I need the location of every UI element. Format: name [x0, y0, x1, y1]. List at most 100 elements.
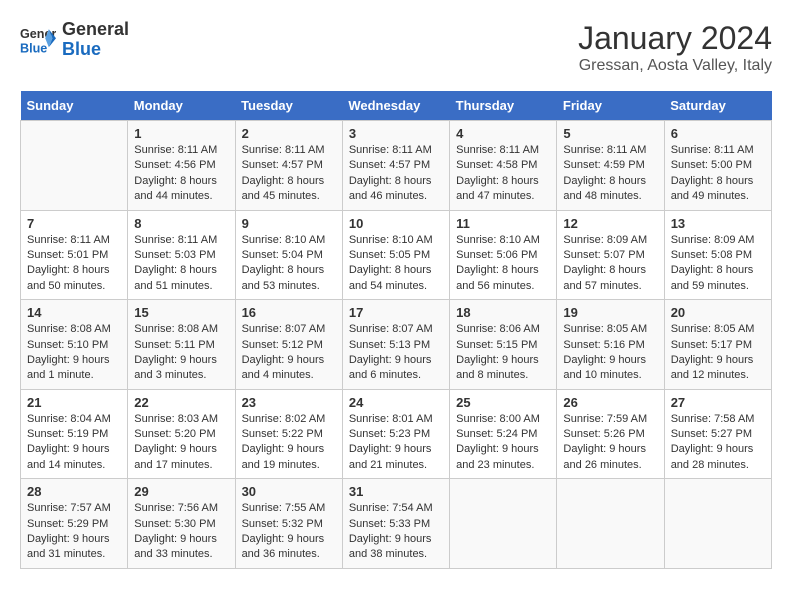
- calendar-cell: 24Sunrise: 8:01 AM Sunset: 5:23 PM Dayli…: [342, 389, 449, 479]
- day-number: 9: [242, 216, 336, 231]
- day-info: Sunrise: 7:57 AM Sunset: 5:29 PM Dayligh…: [27, 502, 111, 560]
- day-info: Sunrise: 8:05 AM Sunset: 5:16 PM Dayligh…: [563, 323, 647, 381]
- calendar-week-row: 14 Sunrise: 8:08 AM Sunset: 5:10 PM Dayli…: [21, 300, 772, 390]
- calendar-cell: 29 Sunrise: 7:56 AM Sunset: 5:30 PM Dayli…: [128, 479, 235, 569]
- day-number: 26: [563, 395, 657, 410]
- day-number: 7: [27, 216, 121, 231]
- calendar-cell: 9 Sunrise: 8:10 AM Sunset: 5:04 PM Daylig…: [235, 210, 342, 300]
- day-number: 19: [563, 305, 657, 320]
- day-number: 17: [349, 305, 443, 320]
- day-number: 27: [671, 395, 765, 410]
- day-number: 31: [349, 484, 443, 499]
- calendar-week-row: 21Sunrise: 8:04 AM Sunset: 5:19 PM Dayli…: [21, 389, 772, 479]
- day-info: Sunrise: 8:07 AM Sunset: 5:13 PM Dayligh…: [349, 323, 433, 381]
- weekday-header-friday: Friday: [557, 91, 664, 121]
- day-number: 11: [456, 216, 550, 231]
- day-number: 30: [242, 484, 336, 499]
- calendar-week-row: 1 Sunrise: 8:11 AM Sunset: 4:56 PM Daylig…: [21, 121, 772, 211]
- day-info: Sunrise: 8:08 AM Sunset: 5:10 PM Dayligh…: [27, 323, 111, 381]
- calendar-cell: 13Sunrise: 8:09 AM Sunset: 5:08 PM Dayli…: [664, 210, 771, 300]
- logo-general: General: [62, 20, 129, 40]
- calendar-cell: 6Sunrise: 8:11 AM Sunset: 5:00 PM Daylig…: [664, 121, 771, 211]
- day-info: Sunrise: 7:55 AM Sunset: 5:32 PM Dayligh…: [242, 502, 326, 560]
- day-info: Sunrise: 7:54 AM Sunset: 5:33 PM Dayligh…: [349, 502, 433, 560]
- weekday-header-tuesday: Tuesday: [235, 91, 342, 121]
- day-number: 1: [134, 126, 228, 141]
- day-info: Sunrise: 8:11 AM Sunset: 4:57 PM Dayligh…: [349, 144, 432, 202]
- day-number: 4: [456, 126, 550, 141]
- day-info: Sunrise: 8:11 AM Sunset: 4:59 PM Dayligh…: [563, 144, 646, 202]
- calendar-cell: [450, 479, 557, 569]
- day-info: Sunrise: 8:00 AM Sunset: 5:24 PM Dayligh…: [456, 413, 540, 471]
- calendar-cell: 8 Sunrise: 8:11 AM Sunset: 5:03 PM Daylig…: [128, 210, 235, 300]
- day-info: Sunrise: 8:10 AM Sunset: 5:04 PM Dayligh…: [242, 234, 326, 292]
- calendar-cell: 25 Sunrise: 8:00 AM Sunset: 5:24 PM Dayli…: [450, 389, 557, 479]
- day-number: 5: [563, 126, 657, 141]
- weekday-header-monday: Monday: [128, 91, 235, 121]
- day-info: Sunrise: 8:08 AM Sunset: 5:11 PM Dayligh…: [134, 323, 218, 381]
- weekday-header-thursday: Thursday: [450, 91, 557, 121]
- day-number: 18: [456, 305, 550, 320]
- calendar-cell: 15 Sunrise: 8:08 AM Sunset: 5:11 PM Dayli…: [128, 300, 235, 390]
- calendar-cell: 26 Sunrise: 7:59 AM Sunset: 5:26 PM Dayli…: [557, 389, 664, 479]
- weekday-header-wednesday: Wednesday: [342, 91, 449, 121]
- calendar-cell: 22 Sunrise: 8:03 AM Sunset: 5:20 PM Dayli…: [128, 389, 235, 479]
- calendar-cell: 10Sunrise: 8:10 AM Sunset: 5:05 PM Dayli…: [342, 210, 449, 300]
- logo-icon: General Blue: [20, 22, 56, 58]
- day-info: Sunrise: 8:11 AM Sunset: 4:58 PM Dayligh…: [456, 144, 539, 202]
- day-number: 28: [27, 484, 121, 499]
- day-number: 25: [456, 395, 550, 410]
- calendar-cell: 12 Sunrise: 8:09 AM Sunset: 5:07 PM Dayli…: [557, 210, 664, 300]
- calendar-cell: [664, 479, 771, 569]
- day-number: 29: [134, 484, 228, 499]
- day-number: 6: [671, 126, 765, 141]
- calendar-week-row: 28 Sunrise: 7:57 AM Sunset: 5:29 PM Dayli…: [21, 479, 772, 569]
- calendar-cell: 2Sunrise: 8:11 AM Sunset: 4:57 PM Daylig…: [235, 121, 342, 211]
- title-block: January 2024 Gressan, Aosta Valley, Ital…: [578, 20, 772, 75]
- day-number: 22: [134, 395, 228, 410]
- calendar-cell: 3 Sunrise: 8:11 AM Sunset: 4:57 PM Daylig…: [342, 121, 449, 211]
- calendar-cell: 5 Sunrise: 8:11 AM Sunset: 4:59 PM Daylig…: [557, 121, 664, 211]
- day-info: Sunrise: 8:05 AM Sunset: 5:17 PM Dayligh…: [671, 323, 755, 381]
- calendar-cell: [557, 479, 664, 569]
- calendar-week-row: 7 Sunrise: 8:11 AM Sunset: 5:01 PM Daylig…: [21, 210, 772, 300]
- calendar-cell: 4 Sunrise: 8:11 AM Sunset: 4:58 PM Daylig…: [450, 121, 557, 211]
- day-info: Sunrise: 8:02 AM Sunset: 5:22 PM Dayligh…: [242, 413, 326, 471]
- weekday-header-saturday: Saturday: [664, 91, 771, 121]
- logo-blue: Blue: [62, 40, 129, 60]
- logo: General Blue General Blue: [20, 20, 129, 60]
- day-info: Sunrise: 7:56 AM Sunset: 5:30 PM Dayligh…: [134, 502, 218, 560]
- day-info: Sunrise: 8:10 AM Sunset: 5:06 PM Dayligh…: [456, 234, 540, 292]
- calendar-cell: 28 Sunrise: 7:57 AM Sunset: 5:29 PM Dayli…: [21, 479, 128, 569]
- day-info: Sunrise: 8:11 AM Sunset: 4:56 PM Dayligh…: [134, 144, 217, 202]
- day-info: Sunrise: 8:09 AM Sunset: 5:07 PM Dayligh…: [563, 234, 647, 292]
- day-number: 12: [563, 216, 657, 231]
- calendar-cell: 1 Sunrise: 8:11 AM Sunset: 4:56 PM Daylig…: [128, 121, 235, 211]
- day-info: Sunrise: 8:04 AM Sunset: 5:19 PM Dayligh…: [27, 413, 111, 471]
- day-info: Sunrise: 8:11 AM Sunset: 5:01 PM Dayligh…: [27, 234, 110, 292]
- weekday-header-row: SundayMondayTuesdayWednesdayThursdayFrid…: [21, 91, 772, 121]
- day-info: Sunrise: 8:06 AM Sunset: 5:15 PM Dayligh…: [456, 323, 540, 381]
- calendar-cell: 7 Sunrise: 8:11 AM Sunset: 5:01 PM Daylig…: [21, 210, 128, 300]
- calendar-cell: 11 Sunrise: 8:10 AM Sunset: 5:06 PM Dayli…: [450, 210, 557, 300]
- day-info: Sunrise: 8:11 AM Sunset: 5:03 PM Dayligh…: [134, 234, 217, 292]
- day-number: 3: [349, 126, 443, 141]
- calendar-cell: 27Sunrise: 7:58 AM Sunset: 5:27 PM Dayli…: [664, 389, 771, 479]
- day-info: Sunrise: 8:11 AM Sunset: 4:57 PM Dayligh…: [242, 144, 325, 202]
- page-title: January 2024: [578, 20, 772, 57]
- calendar-cell: 17 Sunrise: 8:07 AM Sunset: 5:13 PM Dayli…: [342, 300, 449, 390]
- day-info: Sunrise: 8:07 AM Sunset: 5:12 PM Dayligh…: [242, 323, 326, 381]
- day-info: Sunrise: 8:10 AM Sunset: 5:05 PM Dayligh…: [349, 234, 433, 292]
- day-number: 8: [134, 216, 228, 231]
- calendar-cell: 18 Sunrise: 8:06 AM Sunset: 5:15 PM Dayli…: [450, 300, 557, 390]
- day-number: 23: [242, 395, 336, 410]
- calendar-cell: 21Sunrise: 8:04 AM Sunset: 5:19 PM Dayli…: [21, 389, 128, 479]
- calendar-cell: 19 Sunrise: 8:05 AM Sunset: 5:16 PM Dayli…: [557, 300, 664, 390]
- day-number: 15: [134, 305, 228, 320]
- day-info: Sunrise: 8:03 AM Sunset: 5:20 PM Dayligh…: [134, 413, 218, 471]
- calendar-cell: 31 Sunrise: 7:54 AM Sunset: 5:33 PM Dayli…: [342, 479, 449, 569]
- calendar-cell: 23 Sunrise: 8:02 AM Sunset: 5:22 PM Dayli…: [235, 389, 342, 479]
- calendar-cell: 20Sunrise: 8:05 AM Sunset: 5:17 PM Dayli…: [664, 300, 771, 390]
- day-number: 14: [27, 305, 121, 320]
- day-info: Sunrise: 7:59 AM Sunset: 5:26 PM Dayligh…: [563, 413, 647, 471]
